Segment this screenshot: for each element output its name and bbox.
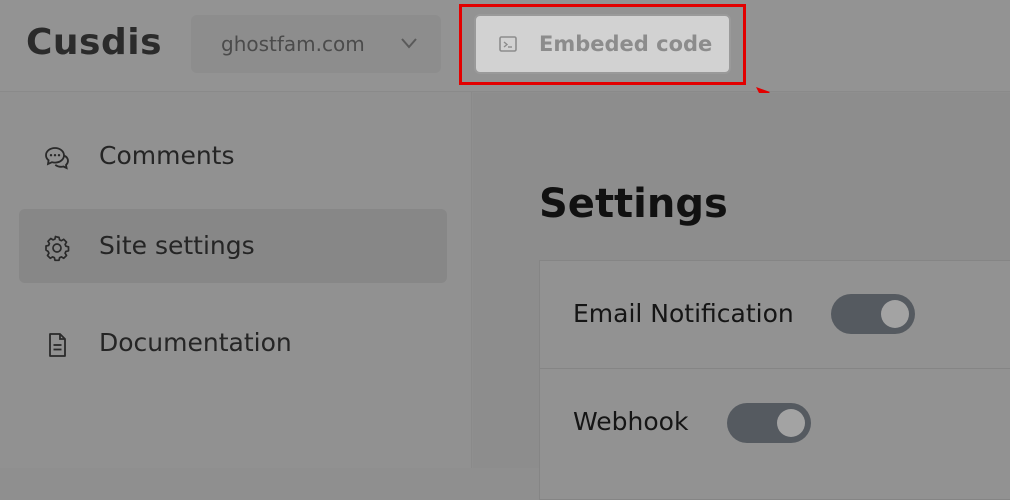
- sidebar: Comments Site settings Documentation: [0, 92, 472, 468]
- sidebar-item-site-settings[interactable]: Site settings: [19, 209, 447, 283]
- sidebar-item-label: Documentation: [99, 328, 292, 357]
- sidebar-item-documentation[interactable]: Documentation: [19, 306, 447, 380]
- toggle-knob: [881, 300, 909, 328]
- highlight-box: [459, 4, 746, 85]
- toggle-knob: [777, 409, 805, 437]
- setting-row-webhook: Webhook: [540, 369, 1010, 477]
- site-selector-dropdown[interactable]: ghostfam.com: [191, 15, 441, 73]
- app-logo: Cusdis: [26, 22, 163, 63]
- email-notification-toggle[interactable]: [831, 294, 915, 334]
- sidebar-item-label: Site settings: [99, 231, 255, 260]
- chevron-down-icon: [401, 38, 417, 49]
- setting-label: Email Notification: [573, 299, 794, 328]
- setting-label: Webhook: [573, 407, 689, 436]
- settings-card: Email Notification Webhook: [539, 260, 1010, 500]
- sidebar-item-label: Comments: [99, 141, 235, 170]
- gear-icon: [45, 235, 70, 262]
- chat-bubbles-icon: [45, 147, 69, 170]
- webhook-toggle[interactable]: [727, 403, 811, 443]
- page-title: Settings: [539, 181, 728, 227]
- site-selector-value: ghostfam.com: [221, 32, 365, 56]
- setting-row-email-notification: Email Notification: [540, 261, 1010, 369]
- sidebar-item-comments[interactable]: Comments: [19, 119, 447, 193]
- main-content: Settings Email Notification Webhook: [473, 93, 1010, 500]
- document-icon: [49, 333, 66, 357]
